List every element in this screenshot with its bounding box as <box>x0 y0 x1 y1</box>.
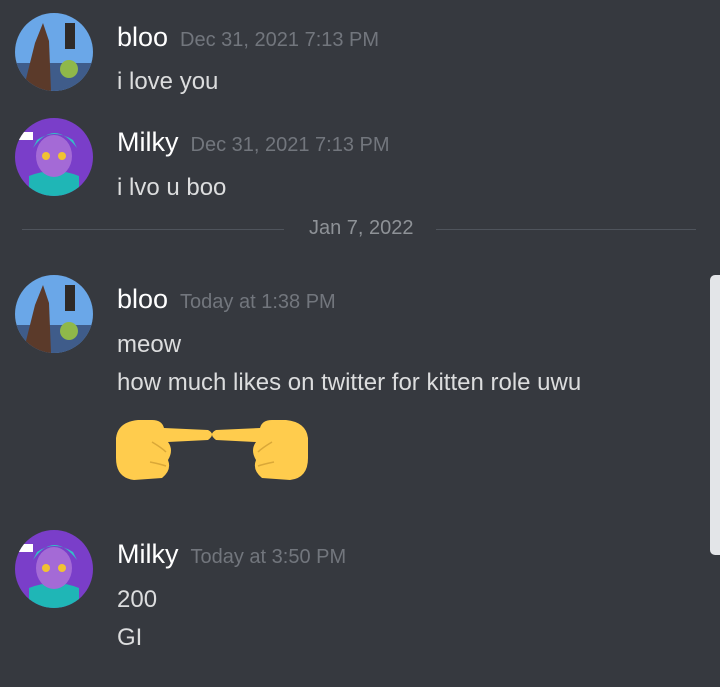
message-text: i love you <box>117 68 219 95</box>
message-text: i lvo u boo <box>117 174 227 201</box>
avatar-bloo[interactable] <box>15 13 93 91</box>
username[interactable]: bloo <box>117 284 168 314</box>
divider-rule-left <box>22 229 284 230</box>
message-text: meow <box>117 331 182 358</box>
divider-date: Jan 7, 2022 <box>301 217 422 240</box>
date-divider: Jan 7, 2022 <box>22 217 696 240</box>
scrollbar[interactable] <box>710 275 720 555</box>
message-1: bloo Dec 31, 2021 7:13 PM i love you <box>0 10 700 100</box>
timestamp: Dec 31, 2021 7:13 PM <box>190 134 390 156</box>
avatar-bloo-image <box>15 13 93 91</box>
avatar-bloo[interactable] <box>15 275 93 353</box>
message-header: bloo Dec 31, 2021 7:13 PM <box>117 22 379 53</box>
pointing-fingers-icon <box>116 420 308 480</box>
message-2: Milky Dec 31, 2021 7:13 PM i lvo u boo <box>0 118 700 208</box>
avatar-bloo-image <box>15 275 93 353</box>
pointing-fingers-emoji[interactable] <box>112 408 312 488</box>
avatar-milky-image <box>15 118 93 196</box>
username[interactable]: Milky <box>117 539 179 569</box>
username[interactable]: Milky <box>117 127 179 157</box>
message-header: bloo Today at 1:38 PM <box>117 284 336 315</box>
divider-rule-right <box>436 229 696 230</box>
avatar-milky[interactable] <box>15 530 93 608</box>
avatar-milky[interactable] <box>15 118 93 196</box>
avatar-milky-image <box>15 530 93 608</box>
timestamp: Today at 1:38 PM <box>180 291 336 313</box>
username[interactable]: bloo <box>117 22 168 52</box>
message-header: Milky Today at 3:50 PM <box>117 539 346 570</box>
message-text: 200 <box>117 586 158 613</box>
message-4: Milky Today at 3:50 PM 200 GI <box>0 530 700 670</box>
message-text: how much likes on twitter for kitten rol… <box>117 369 582 396</box>
message-text: GI <box>117 624 143 651</box>
timestamp: Dec 31, 2021 7:13 PM <box>180 29 380 51</box>
message-3: bloo Today at 1:38 PM meow how much likes… <box>0 275 700 495</box>
message-header: Milky Dec 31, 2021 7:13 PM <box>117 127 390 158</box>
timestamp: Today at 3:50 PM <box>190 546 347 568</box>
